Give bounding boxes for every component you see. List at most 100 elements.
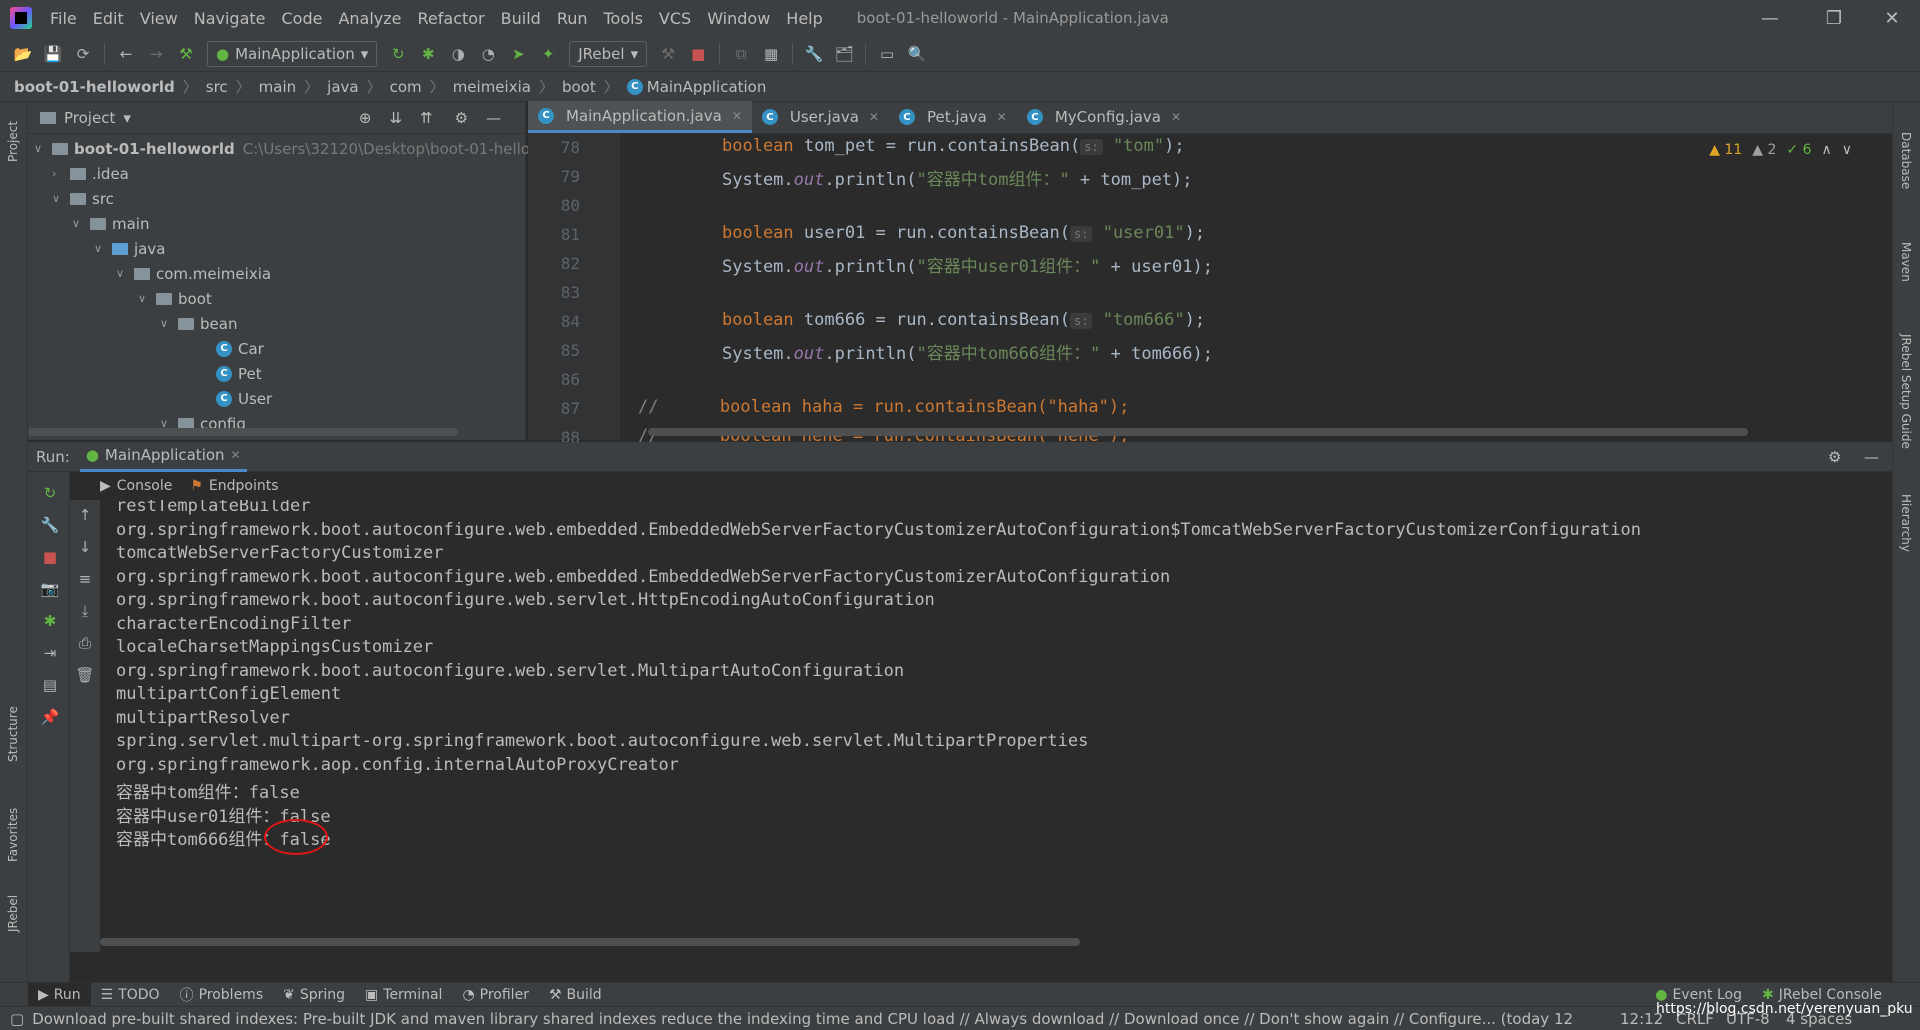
breadcrumb-meimeixia[interactable]: meimeixia bbox=[453, 78, 531, 96]
stop-icon[interactable]: ■ bbox=[687, 43, 709, 65]
jrebel-tool-tab[interactable]: JRebel bbox=[6, 895, 20, 932]
jrebel-run-icon[interactable]: ➤ bbox=[507, 43, 529, 65]
status-message[interactable]: Download pre-built shared indexes: Pre-b… bbox=[32, 1010, 1572, 1028]
tool-todo[interactable]: ☰ TODO bbox=[91, 987, 170, 1003]
tree-item-bean[interactable]: ∨ bean bbox=[160, 311, 237, 336]
favorites-tool-tab[interactable]: Favorites bbox=[6, 808, 20, 862]
close-icon[interactable]: ✕ bbox=[997, 110, 1007, 124]
breadcrumb-project[interactable]: boot-01-helloworld bbox=[14, 78, 175, 96]
menu-help[interactable]: Help bbox=[778, 9, 830, 28]
tree-item-boot[interactable]: ∨ boot bbox=[138, 286, 212, 311]
tree-item-user[interactable]: C User bbox=[216, 386, 272, 411]
console-horizontal-scrollbar[interactable] bbox=[100, 938, 1080, 946]
tab-console[interactable]: ▶ Console bbox=[100, 478, 172, 494]
tree-item-car[interactable]: C Car bbox=[216, 336, 264, 361]
tree-item-src[interactable]: ∨ src bbox=[52, 186, 114, 211]
close-icon[interactable]: ✕ bbox=[1171, 110, 1181, 124]
tab-mainapplication[interactable]: C MainApplication.java ✕ bbox=[528, 101, 752, 133]
search-icon[interactable]: 🔍 bbox=[906, 43, 928, 65]
jrebel-reload-icon[interactable]: ✱ bbox=[39, 610, 61, 632]
chevron-down-icon[interactable]: ∨ bbox=[94, 242, 112, 255]
tree-item-project-root[interactable]: ∨ boot-01-helloworld C:\Users\32120\Desk… bbox=[34, 136, 530, 161]
run-config-select[interactable]: ● MainApplication ▾ bbox=[207, 40, 378, 67]
hide-panel-icon[interactable]: — bbox=[1864, 448, 1879, 466]
coverage-icon[interactable]: ◑ bbox=[447, 43, 469, 65]
chevron-down-icon[interactable]: ∨ bbox=[138, 292, 156, 305]
menu-view[interactable]: View bbox=[132, 9, 186, 28]
database-tool-tab[interactable]: Database bbox=[1899, 132, 1913, 189]
chevron-up-icon[interactable]: ∧ bbox=[1822, 142, 1832, 158]
rerun-icon[interactable]: ↻ bbox=[39, 482, 61, 504]
tool-run[interactable]: ▶ Run bbox=[28, 982, 91, 1007]
arrow-up-icon[interactable]: ↑ bbox=[74, 504, 96, 526]
jrebel-select[interactable]: JRebel ▾ bbox=[569, 40, 648, 67]
tree-item-pet[interactable]: C Pet bbox=[216, 361, 262, 386]
tab-myconfig[interactable]: C MyConfig.java ✕ bbox=[1017, 101, 1191, 133]
menu-build[interactable]: Build bbox=[493, 9, 549, 28]
structure-tool-tab[interactable]: Structure bbox=[6, 706, 20, 762]
chevron-down-icon[interactable]: ∨ bbox=[72, 217, 90, 230]
breadcrumb-boot[interactable]: boot bbox=[562, 78, 596, 96]
forward-icon[interactable]: → bbox=[145, 43, 167, 65]
menu-run[interactable]: Run bbox=[549, 9, 596, 28]
menu-refactor[interactable]: Refactor bbox=[410, 9, 493, 28]
console-output[interactable]: restTemplateBuilder org.springframework.b… bbox=[100, 500, 1860, 952]
sync-icon[interactable]: ⟳ bbox=[72, 43, 94, 65]
chevron-right-icon[interactable]: › bbox=[52, 167, 70, 180]
tree-item-idea[interactable]: › .idea bbox=[52, 161, 129, 186]
chevron-down-icon[interactable]: ∨ bbox=[52, 192, 70, 205]
tool-build[interactable]: ⚒ Build bbox=[539, 987, 612, 1003]
debug-icon[interactable]: ✱ bbox=[417, 43, 439, 65]
structure-folder-icon[interactable]: 🗂 bbox=[833, 43, 855, 65]
hierarchy-tool-tab[interactable]: Hierarchy bbox=[1899, 494, 1913, 552]
pin-icon[interactable]: 📌 bbox=[39, 706, 61, 728]
gear-icon[interactable]: ⚙ bbox=[1828, 448, 1841, 466]
tool-problems[interactable]: ⓘ Problems bbox=[170, 985, 274, 1005]
tab-pet[interactable]: C Pet.java ✕ bbox=[889, 101, 1017, 133]
project-structure-icon[interactable]: ▦ bbox=[760, 43, 782, 65]
editor-horizontal-scrollbar[interactable] bbox=[648, 428, 1748, 436]
stop-icon[interactable]: ■ bbox=[39, 546, 61, 568]
locate-icon[interactable]: ⊕ bbox=[359, 109, 372, 127]
chevron-down-icon[interactable]: ∨ bbox=[1842, 142, 1852, 158]
attach-debugger-icon[interactable]: ⧉ bbox=[730, 43, 752, 65]
camera-icon[interactable]: 📷 bbox=[39, 578, 61, 600]
build-hammer-icon[interactable]: ⚒ bbox=[175, 43, 197, 65]
close-icon[interactable]: ✕ bbox=[869, 110, 879, 124]
expand-all-icon[interactable]: ⇊ bbox=[389, 109, 402, 127]
chevron-down-icon[interactable]: ∨ bbox=[160, 317, 178, 330]
scroll-to-end-icon[interactable]: ⤓ bbox=[74, 600, 96, 622]
breadcrumb-mainapplication[interactable]: MainApplication bbox=[647, 78, 767, 96]
breadcrumb-src[interactable]: src bbox=[206, 78, 228, 96]
tab-user[interactable]: C User.java ✕ bbox=[752, 101, 889, 133]
menu-navigate[interactable]: Navigate bbox=[186, 9, 274, 28]
tool-spring[interactable]: ❦ Spring bbox=[273, 987, 355, 1003]
tree-item-main[interactable]: ∨ main bbox=[72, 211, 149, 236]
jrebel-debug-icon[interactable]: ✦ bbox=[537, 43, 559, 65]
menu-edit[interactable]: Edit bbox=[85, 9, 132, 28]
hammer-disabled-icon[interactable]: ⚒ bbox=[657, 43, 679, 65]
collapse-all-icon[interactable]: ⇈ bbox=[420, 109, 433, 127]
menu-code[interactable]: Code bbox=[274, 9, 331, 28]
warning-count[interactable]: ▲ 11 bbox=[1709, 142, 1742, 158]
tree-item-com-meimeixia[interactable]: ∨ com.meimeixia bbox=[116, 261, 271, 286]
breadcrumb-com[interactable]: com bbox=[390, 78, 422, 96]
back-icon[interactable]: ← bbox=[115, 43, 137, 65]
tab-endpoints[interactable]: ⚑ Endpoints bbox=[190, 478, 278, 494]
chevron-down-icon[interactable]: ∨ bbox=[34, 142, 52, 155]
typo-count[interactable]: ✓ 6 bbox=[1786, 142, 1811, 158]
restore-button[interactable]: ❐ bbox=[1806, 0, 1862, 36]
wrench-icon[interactable]: 🔧 bbox=[39, 514, 61, 536]
breadcrumb-java[interactable]: java bbox=[327, 78, 358, 96]
weak-warning-count[interactable]: ▲ 2 bbox=[1752, 142, 1776, 158]
rerun-icon[interactable]: ↻ bbox=[387, 43, 409, 65]
chevron-down-icon[interactable]: ∨ bbox=[116, 267, 134, 280]
menu-tools[interactable]: Tools bbox=[596, 9, 651, 28]
presentation-icon[interactable]: ▭ bbox=[876, 43, 898, 65]
trash-icon[interactable]: 🗑 bbox=[74, 664, 96, 686]
tool-profiler[interactable]: ◔ Profiler bbox=[452, 987, 539, 1003]
menu-vcs[interactable]: VCS bbox=[651, 9, 699, 28]
gear-icon[interactable]: ⚙ bbox=[455, 109, 468, 127]
profile-icon[interactable]: ◔ bbox=[477, 43, 499, 65]
menu-analyze[interactable]: Analyze bbox=[330, 9, 409, 28]
